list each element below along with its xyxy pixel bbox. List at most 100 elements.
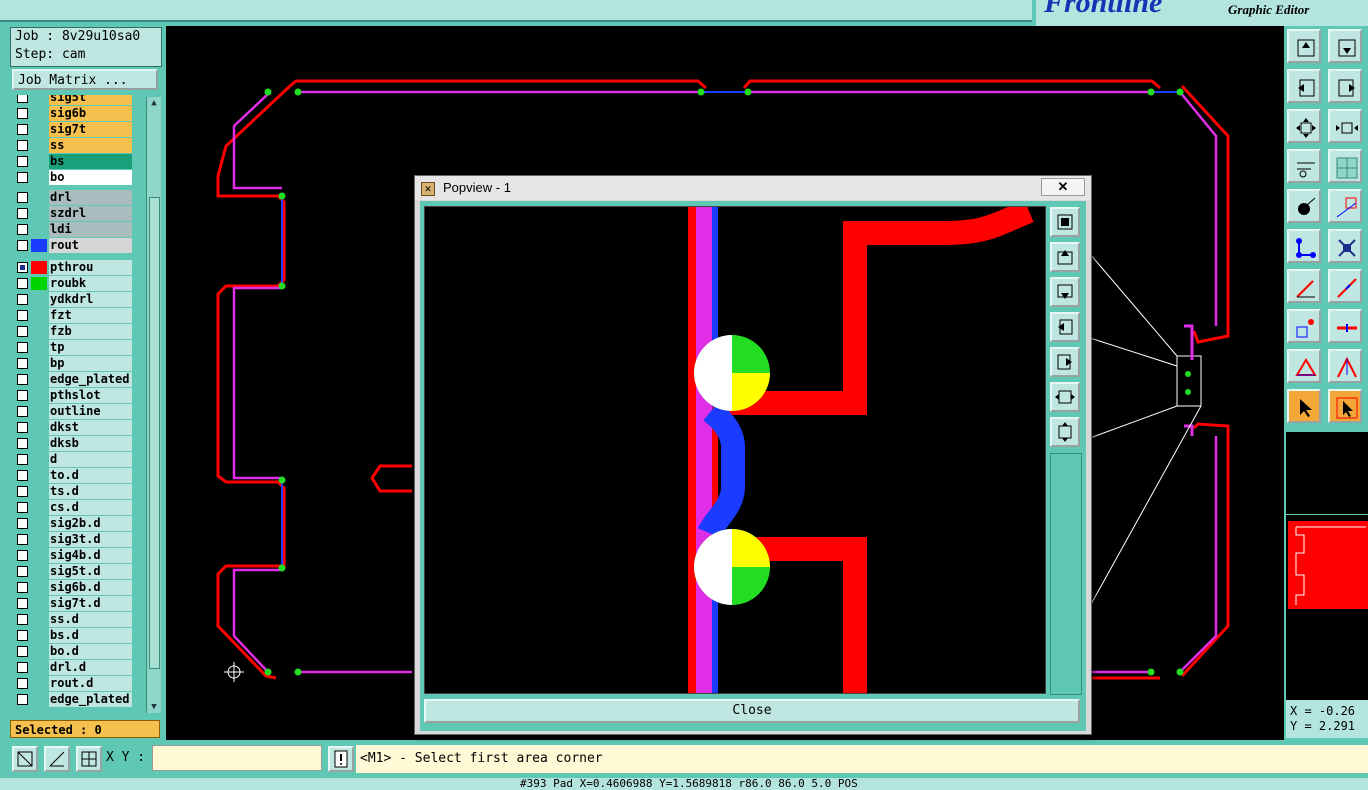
popview-titlebar[interactable]: ✕ Popview - 1 ✕ bbox=[415, 176, 1091, 200]
layer-scrollbar[interactable]: ▲ ▼ bbox=[146, 97, 161, 713]
layer-name[interactable]: bo.d bbox=[49, 644, 132, 659]
layer-checkbox[interactable] bbox=[17, 342, 28, 353]
step-preview[interactable] bbox=[1286, 515, 1368, 615]
layer-color-swatch[interactable] bbox=[31, 261, 47, 274]
arc-button[interactable] bbox=[1328, 269, 1362, 303]
connect-button[interactable] bbox=[1287, 229, 1321, 263]
layer-row[interactable]: dkst bbox=[12, 420, 144, 435]
layer-checkbox[interactable] bbox=[17, 566, 28, 577]
layer-row[interactable]: to.d bbox=[12, 468, 144, 483]
alert-button[interactable] bbox=[328, 746, 354, 772]
delete-button[interactable] bbox=[1328, 229, 1362, 263]
zoom-home-button[interactable] bbox=[1328, 29, 1362, 63]
layer-checkbox[interactable] bbox=[17, 358, 28, 369]
layer-name[interactable]: szdrl bbox=[49, 206, 132, 221]
layer-checkbox[interactable] bbox=[17, 140, 28, 151]
zoom-in-button[interactable] bbox=[1287, 109, 1321, 143]
layer-row[interactable]: edge_plated bbox=[12, 692, 144, 707]
layer-name[interactable]: ydkdrl bbox=[49, 292, 132, 307]
layer-name[interactable]: sig5t.d bbox=[49, 564, 132, 579]
close-icon[interactable]: ✕ bbox=[1041, 178, 1085, 196]
layer-checkbox[interactable] bbox=[17, 582, 28, 593]
layer-row[interactable]: rout bbox=[12, 238, 144, 253]
layer-checkbox[interactable] bbox=[17, 470, 28, 481]
layer-name[interactable]: dksb bbox=[49, 436, 132, 451]
layer-row[interactable]: bo.d bbox=[12, 644, 144, 659]
layer-name[interactable]: bs bbox=[49, 154, 132, 169]
layer-name[interactable]: bo bbox=[49, 170, 132, 185]
layer-checkbox[interactable] bbox=[17, 422, 28, 433]
layer-name[interactable]: roubk bbox=[49, 276, 132, 291]
layer-name[interactable]: drl.d bbox=[49, 660, 132, 675]
layer-row[interactable]: sig4b.d bbox=[12, 548, 144, 563]
layer-row[interactable]: bs.d bbox=[12, 628, 144, 643]
layer-checkbox[interactable] bbox=[17, 518, 28, 529]
popview-close-button[interactable]: Close bbox=[424, 699, 1080, 723]
layer-checkbox[interactable] bbox=[17, 294, 28, 305]
layer-name[interactable]: edge_plated bbox=[49, 372, 132, 387]
dimension-button[interactable] bbox=[1328, 349, 1362, 383]
layer-row[interactable]: bo bbox=[12, 170, 144, 185]
scroll-down-icon[interactable]: ▼ bbox=[148, 702, 160, 712]
layer-checkbox[interactable] bbox=[17, 598, 28, 609]
xy-input[interactable] bbox=[152, 745, 322, 771]
layer-name[interactable]: ldi bbox=[49, 222, 132, 237]
popview-down-button[interactable] bbox=[1050, 277, 1080, 307]
grid-button[interactable] bbox=[76, 746, 102, 772]
ruler-button[interactable] bbox=[1287, 149, 1321, 183]
layer-checkbox[interactable] bbox=[17, 678, 28, 689]
layer-row[interactable]: bs bbox=[12, 154, 144, 169]
pointer-button[interactable] bbox=[1287, 389, 1321, 423]
layer-row[interactable]: edge_plated bbox=[12, 372, 144, 387]
layer-row[interactable]: ss bbox=[12, 138, 144, 153]
zoom-fit-button[interactable] bbox=[1287, 29, 1321, 63]
pan-right-button[interactable] bbox=[1328, 69, 1362, 103]
layer-checkbox[interactable] bbox=[17, 374, 28, 385]
snap-button[interactable] bbox=[1287, 189, 1321, 223]
layer-checkbox[interactable] bbox=[17, 224, 28, 235]
layer-name[interactable]: rout.d bbox=[49, 676, 132, 691]
layer-row[interactable]: rout.d bbox=[12, 676, 144, 691]
layer-checkbox[interactable] bbox=[17, 438, 28, 449]
layer-name[interactable]: sig5t bbox=[49, 95, 132, 105]
popview-fit-button[interactable] bbox=[1050, 382, 1080, 412]
layer-row[interactable]: fzb bbox=[12, 324, 144, 339]
layer-checkbox[interactable] bbox=[17, 630, 28, 641]
measure-button[interactable] bbox=[44, 746, 70, 772]
layer-name[interactable]: pthrou bbox=[49, 260, 132, 275]
popview-left-button[interactable] bbox=[1050, 312, 1080, 342]
zoom-area-button[interactable] bbox=[12, 746, 38, 772]
layer-row[interactable]: sig6b.d bbox=[12, 580, 144, 595]
layer-checkbox[interactable] bbox=[17, 310, 28, 321]
layer-row[interactable]: fzt bbox=[12, 308, 144, 323]
layer-color-swatch[interactable] bbox=[31, 277, 47, 290]
layer-checkbox[interactable] bbox=[17, 486, 28, 497]
layer-checkbox[interactable] bbox=[17, 192, 28, 203]
layer-checkbox[interactable] bbox=[17, 95, 28, 103]
job-matrix-button[interactable]: Job Matrix ... bbox=[12, 69, 158, 90]
layer-name[interactable]: drl bbox=[49, 190, 132, 205]
layer-row[interactable]: cs.d bbox=[12, 500, 144, 515]
layer-row[interactable]: ydkdrl bbox=[12, 292, 144, 307]
layer-row[interactable]: d bbox=[12, 452, 144, 467]
layer-row[interactable]: sig2b.d bbox=[12, 516, 144, 531]
layer-row[interactable]: szdrl bbox=[12, 206, 144, 221]
layer-color-swatch[interactable] bbox=[31, 239, 47, 252]
measure-button[interactable] bbox=[1287, 349, 1321, 383]
layer-row[interactable]: outline bbox=[12, 404, 144, 419]
layer-checkbox[interactable] bbox=[17, 550, 28, 561]
layer-checkbox[interactable] bbox=[17, 390, 28, 401]
layer-name[interactable]: outline bbox=[49, 404, 132, 419]
layer-row[interactable]: dksb bbox=[12, 436, 144, 451]
layer-checkbox[interactable] bbox=[17, 662, 28, 673]
layer-name[interactable]: pthslot bbox=[49, 388, 132, 403]
layer-checkbox[interactable] bbox=[17, 694, 28, 705]
popview-right-button[interactable] bbox=[1050, 347, 1080, 377]
layer-row[interactable]: sig7t.d bbox=[12, 596, 144, 611]
layer-checkbox[interactable] bbox=[17, 262, 28, 273]
popview-up-button[interactable] bbox=[1050, 242, 1080, 272]
layer-name[interactable]: sig4b.d bbox=[49, 548, 132, 563]
layer-checkbox[interactable] bbox=[17, 646, 28, 657]
layer-name[interactable]: dkst bbox=[49, 420, 132, 435]
layer-row[interactable]: drl.d bbox=[12, 660, 144, 675]
